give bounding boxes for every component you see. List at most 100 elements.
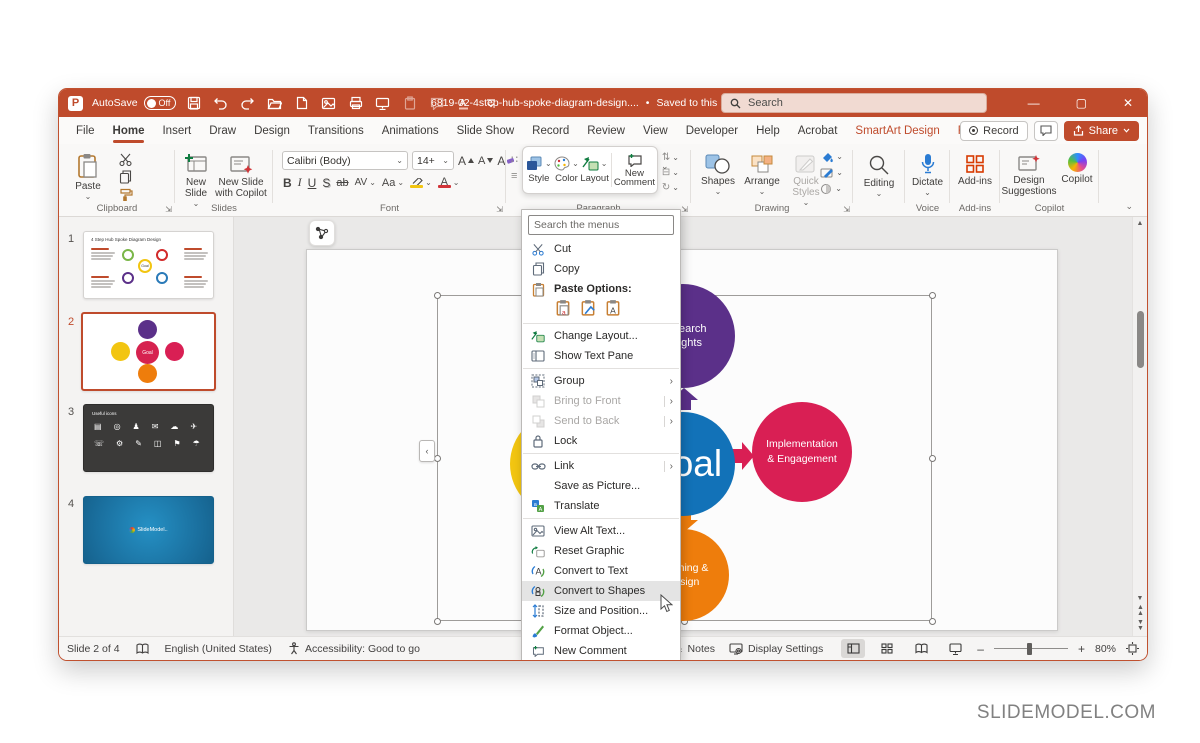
slide-thumbnail-1[interactable]: 4 Step Hub Spoke Diagram Design Goal <box>83 231 214 299</box>
tab-home[interactable]: Home <box>104 117 154 144</box>
language-indicator[interactable]: English (United States) <box>165 643 272 655</box>
paste-keep-text-only-button[interactable]: A <box>605 299 621 321</box>
character-spacing-button[interactable]: AV⌄ <box>355 177 376 188</box>
share-button[interactable]: Share <box>1064 121 1139 141</box>
paste-button[interactable]: Paste ⌄ <box>69 148 107 200</box>
zoom-level[interactable]: 80% <box>1095 643 1116 655</box>
menu-item-link[interactable]: Link › <box>522 456 680 476</box>
paragraph-dialog-launcher[interactable]: ⇲ <box>681 205 688 214</box>
tab-smartart-design[interactable]: SmartArt Design <box>846 117 948 144</box>
tab-review[interactable]: Review <box>578 117 634 144</box>
smartart-layout-button[interactable]: ⌄ Layout <box>580 150 609 190</box>
underline-button[interactable]: U <box>308 176 317 190</box>
text-highlight-button[interactable]: ⌄ <box>410 178 432 188</box>
tab-insert[interactable]: Insert <box>153 117 200 144</box>
resize-handle-w[interactable] <box>434 455 441 462</box>
italic-button[interactable]: I <box>298 175 302 190</box>
comments-button[interactable] <box>1034 121 1058 141</box>
collapse-ribbon-chevron[interactable]: ⌄ <box>1125 201 1133 212</box>
shrink-font-button[interactable]: A <box>478 155 493 167</box>
undo-icon[interactable] <box>213 95 229 111</box>
smartart-color-button[interactable]: ⌄ Color <box>553 150 581 190</box>
display-settings-button[interactable]: Display Settings <box>729 643 823 655</box>
slide-thumbnail-2-selected[interactable]: Goal <box>81 312 216 391</box>
menu-item-copy[interactable]: Copy <box>522 259 680 279</box>
cut-button[interactable] <box>119 153 133 166</box>
search-box[interactable] <box>721 93 987 113</box>
menu-item-new-comment[interactable]: New Comment <box>522 641 680 661</box>
tab-help[interactable]: Help <box>747 117 789 144</box>
scroll-down-arrow[interactable]: ▼ <box>1137 596 1144 602</box>
save-icon[interactable] <box>186 95 202 111</box>
strikethrough-button[interactable]: ab <box>336 177 348 189</box>
resize-handle-se[interactable] <box>929 618 936 625</box>
tab-file[interactable]: File <box>67 117 104 144</box>
font-size-select[interactable]: 14+⌄ <box>412 151 454 170</box>
close-button[interactable]: ✕ <box>1123 96 1133 110</box>
bullets-button[interactable]: ∷ <box>511 154 518 166</box>
resize-handle-ne[interactable] <box>929 292 936 299</box>
previous-slide-button[interactable]: ▲▲ <box>1137 605 1143 617</box>
spellcheck-button[interactable] <box>136 643 149 655</box>
scrollbar-thumb[interactable] <box>1137 311 1144 368</box>
copilot-button[interactable]: Copilot <box>1057 148 1097 185</box>
change-case-button[interactable]: Aa⌄ <box>382 177 404 189</box>
new-document-icon[interactable] <box>294 95 310 111</box>
design-suggestions-button[interactable]: Design Suggestions <box>1001 148 1057 197</box>
menu-item-show-text-pane[interactable]: Show Text Pane <box>522 346 680 366</box>
new-comment-button[interactable]: New Comment <box>614 150 655 190</box>
font-family-select[interactable]: Calibri (Body)⌄ <box>282 151 408 170</box>
menu-item-format-object[interactable]: Format Object... <box>522 621 680 641</box>
tab-animations[interactable]: Animations <box>373 117 448 144</box>
slideshow-view-button[interactable] <box>943 639 967 658</box>
menu-item-group[interactable]: Group › <box>522 371 680 391</box>
node-implementation-engagement[interactable]: Implementation & Engagement <box>752 402 852 502</box>
accessibility-checker[interactable]: Accessibility: Good to go <box>288 642 420 655</box>
copy-button[interactable] <box>119 170 132 184</box>
open-folder-icon[interactable] <box>267 95 283 111</box>
tab-acrobat[interactable]: Acrobat <box>789 117 847 144</box>
arrange-button[interactable]: Arrange ⌄ <box>739 149 785 195</box>
tab-record[interactable]: Record <box>523 117 578 144</box>
menu-item-reset-graphic[interactable]: Reset Graphic <box>522 541 680 561</box>
new-slide-copilot-button[interactable]: New Slide with Copilot <box>215 148 267 199</box>
menu-item-change-layout[interactable]: Change Layout... <box>522 326 680 346</box>
menu-item-cut[interactable]: Cut <box>522 239 680 259</box>
menu-item-save-as-picture[interactable]: Save as Picture... <box>522 476 680 496</box>
font-dialog-launcher[interactable]: ⇲ <box>496 205 503 214</box>
print-icon[interactable] <box>348 95 364 111</box>
redo-icon[interactable] <box>240 95 256 111</box>
zoom-slider-thumb[interactable] <box>1027 643 1032 655</box>
shapes-button[interactable]: Shapes ⌄ <box>697 149 739 195</box>
format-painter-button[interactable] <box>119 188 133 201</box>
menu-search-box[interactable] <box>528 215 674 235</box>
tab-design[interactable]: Design <box>245 117 299 144</box>
slide-thumbnail-4[interactable]: SlideModel.. <box>83 496 214 564</box>
paste-destination-theme-button[interactable]: a <box>555 299 571 321</box>
text-shadow-button[interactable]: S <box>322 176 330 190</box>
resize-handle-sw[interactable] <box>434 618 441 625</box>
dictate-button[interactable]: Dictate ⌄ <box>907 148 948 196</box>
menu-item-convert-to-shapes[interactable]: Convert to Shapes <box>522 581 680 601</box>
clipboard-dialog-launcher[interactable]: ⇲ <box>165 205 172 214</box>
powerpoint-logo-icon[interactable]: P <box>68 96 83 111</box>
slide-thumbnail-3[interactable]: Useful icons ▤◎♟✉☁✈ ☏⚙✎◫⚑☂ <box>83 404 214 472</box>
autosave-toggle[interactable]: Off <box>144 96 176 110</box>
ink-replay-button[interactable] <box>309 220 335 246</box>
menu-item-translate[interactable]: aA Translate <box>522 496 680 516</box>
normal-view-button[interactable] <box>841 639 865 658</box>
resize-handle-nw[interactable] <box>434 292 441 299</box>
vertical-scrollbar[interactable]: ▲ ▼ ▲▲ ▼▼ <box>1132 217 1147 636</box>
numbering-button[interactable]: ≡ <box>511 170 517 182</box>
convert-to-smartart-button[interactable]: ↻⌄ <box>662 182 679 193</box>
bold-button[interactable]: B <box>283 176 292 190</box>
menu-item-lock[interactable]: Lock <box>522 431 680 451</box>
editing-button[interactable]: Editing ⌄ <box>857 149 901 197</box>
tab-draw[interactable]: Draw <box>200 117 245 144</box>
addins-button[interactable]: Add-ins <box>953 149 997 187</box>
search-input[interactable] <box>748 97 948 109</box>
scroll-up-arrow[interactable]: ▲ <box>1133 220 1147 227</box>
zoom-in-button[interactable]: + <box>1078 642 1085 656</box>
menu-item-size-and-position[interactable]: Size and Position... <box>522 601 680 621</box>
paste-picture-button[interactable] <box>580 299 596 321</box>
